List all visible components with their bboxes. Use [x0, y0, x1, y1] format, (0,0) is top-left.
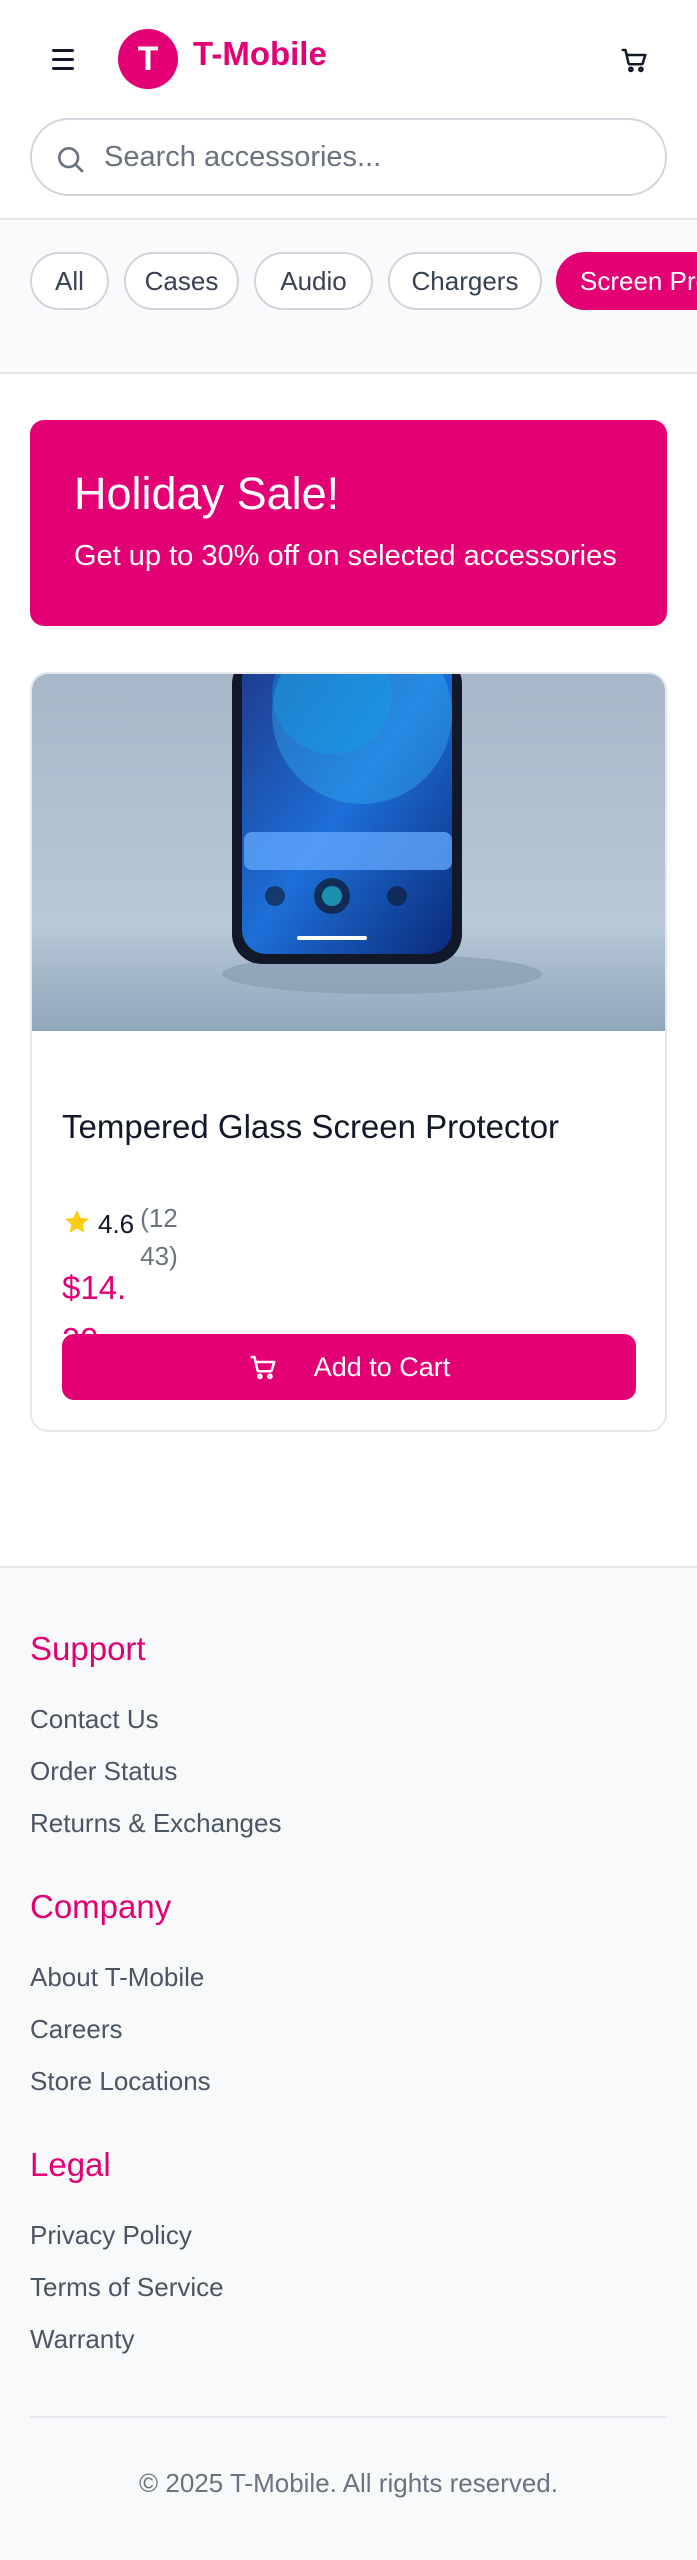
- footer-heading-company: Company: [30, 1888, 172, 1925]
- footer-heading-legal: Legal: [30, 2146, 111, 2183]
- search-input[interactable]: [104, 120, 644, 194]
- brand-name[interactable]: T-Mobile: [193, 35, 327, 73]
- product-image[interactable]: [32, 674, 665, 1031]
- hamburger-menu-icon[interactable]: [40, 42, 86, 76]
- footer-link-careers[interactable]: Careers: [30, 2014, 122, 2045]
- promo-banner[interactable]: Holiday Sale! Get up to 30% off on selec…: [30, 420, 667, 626]
- category-chip-audio[interactable]: Audio: [254, 252, 373, 310]
- footer-link-order-status[interactable]: Order Status: [30, 1756, 177, 1787]
- footer-link-privacy[interactable]: Privacy Policy: [30, 2220, 192, 2251]
- promo-title: Holiday Sale!: [74, 468, 340, 519]
- category-chip-screen-protectors[interactable]: Screen Protectors: [556, 252, 697, 310]
- footer-link-store-locations[interactable]: Store Locations: [30, 2066, 211, 2097]
- footer-link-terms[interactable]: Terms of Service: [30, 2272, 224, 2303]
- add-to-cart-label: Add to Cart: [313, 1351, 451, 1382]
- category-chip-all[interactable]: All: [30, 252, 109, 310]
- copyright-text: © 2025 T-Mobile. All rights reserved.: [139, 2468, 558, 2498]
- cart-icon: [250, 1355, 276, 1380]
- site-footer: Support Contact Us Order Status Returns …: [0, 1566, 697, 2560]
- review-count: (1243): [140, 1203, 178, 1271]
- category-chip-cases[interactable]: Cases: [124, 252, 239, 310]
- star-icon: [65, 1210, 89, 1233]
- site-header: T T-Mobile: [0, 0, 697, 220]
- category-filter-bar[interactable]: All Cases Audio Chargers Screen Protecto…: [0, 222, 697, 374]
- search-icon: [58, 147, 84, 173]
- promo-subtitle: Get up to 30% off on selected accessorie…: [74, 540, 617, 572]
- footer-link-returns[interactable]: Returns & Exchanges: [30, 1808, 281, 1839]
- footer-heading-support: Support: [30, 1630, 146, 1667]
- footer-divider: [30, 2416, 667, 2418]
- cart-icon[interactable]: [612, 40, 656, 80]
- product-card: Tempered Glass Screen Protector 4.6 (124…: [30, 672, 667, 1432]
- product-price: $14.99: [62, 1269, 127, 1334]
- footer-link-contact-us[interactable]: Contact Us: [30, 1704, 159, 1735]
- add-to-cart-button[interactable]: Add to Cart: [62, 1334, 636, 1400]
- footer-link-about[interactable]: About T-Mobile: [30, 1962, 204, 1993]
- category-chip-chargers[interactable]: Chargers: [388, 252, 542, 310]
- search-bar: [30, 118, 667, 196]
- brand-logo[interactable]: T: [118, 29, 178, 89]
- product-name[interactable]: Tempered Glass Screen Protector: [62, 1108, 559, 1146]
- rating-value: 4.6: [98, 1209, 135, 1239]
- footer-link-warranty[interactable]: Warranty: [30, 2324, 135, 2355]
